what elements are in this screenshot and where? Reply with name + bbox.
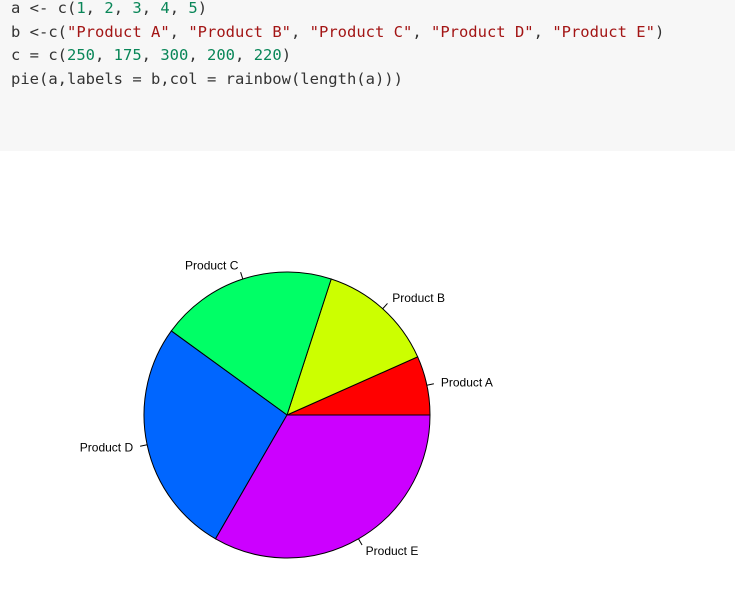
code-text-token: , (169, 22, 189, 41)
code-text-token: , (290, 22, 310, 41)
code-number-token: 1 (76, 0, 86, 17)
code-line: b <-c("Product A", "Product B", "Product… (11, 21, 664, 45)
code-text-token: ) (654, 22, 665, 41)
pie-label: Product B (392, 291, 445, 305)
plot-output: Product A Product B Product C Product D Prod… (0, 151, 735, 590)
code-string-token: "Product B" (188, 22, 291, 41)
code-cell[interactable]: a <- c(1, 2, 3, 4, 5) b <-c("Product A", … (0, 0, 735, 151)
code-string-token: "Product E" (552, 22, 655, 41)
code-text-token: , (533, 22, 553, 41)
code-text-token: , (169, 0, 189, 17)
pie-label: Product E (366, 544, 419, 558)
code-text-token: , (412, 22, 431, 41)
code-text-token: b <-c( (11, 22, 67, 41)
code-text-token: c = c( (11, 46, 67, 65)
code-line: c = c(250, 175, 300, 200, 220) (11, 44, 664, 68)
code-text-token: , (141, 46, 161, 65)
code-string-token: "Product D" (430, 22, 534, 41)
code-number-token: 200 (207, 46, 236, 65)
pie-label: Product D (80, 441, 134, 455)
code-number-token: 250 (67, 46, 95, 65)
code-string-token: "Product C" (309, 22, 413, 41)
code-number-token: 175 (113, 46, 142, 65)
code-text-token: , (113, 0, 133, 17)
code-number-token: 300 (160, 46, 189, 65)
code-number-token: 220 (253, 46, 282, 65)
code-string-token: "Product A" (67, 22, 170, 41)
pie-chart: Product A Product B Product C Product D Prod… (80, 258, 493, 559)
code-editor[interactable]: a <- c(1, 2, 3, 4, 5) b <-c("Product A", … (11, 0, 664, 92)
code-line: a <- c(1, 2, 3, 4, 5) (11, 0, 664, 21)
code-number-token: 5 (188, 0, 198, 17)
pie-label: Product C (185, 258, 239, 272)
code-number-token: 4 (160, 0, 170, 17)
code-text-token: , (95, 46, 114, 65)
code-text-token: pie(a,labels = b,col = rainbow(length(a)… (11, 70, 403, 89)
pie-label-tick (426, 383, 434, 386)
code-number-token: 2 (104, 0, 114, 17)
code-text-token: ) (281, 46, 292, 65)
code-number-token: 3 (132, 0, 142, 17)
pie-label-tick (358, 538, 363, 546)
code-text-token: a <- c( (11, 0, 77, 17)
code-text-token: ) (197, 0, 208, 17)
code-text-token: , (235, 46, 254, 65)
code-text-token: , (85, 0, 105, 17)
code-text-token: , (141, 0, 161, 17)
code-text-token: , (188, 46, 208, 65)
pie-label-tick (240, 272, 244, 280)
pie-label-tick (140, 444, 148, 447)
pie-label-tick (382, 303, 388, 310)
code-line: pie(a,labels = b,col = rainbow(length(a)… (11, 68, 664, 92)
pie-label: Product A (441, 375, 493, 389)
